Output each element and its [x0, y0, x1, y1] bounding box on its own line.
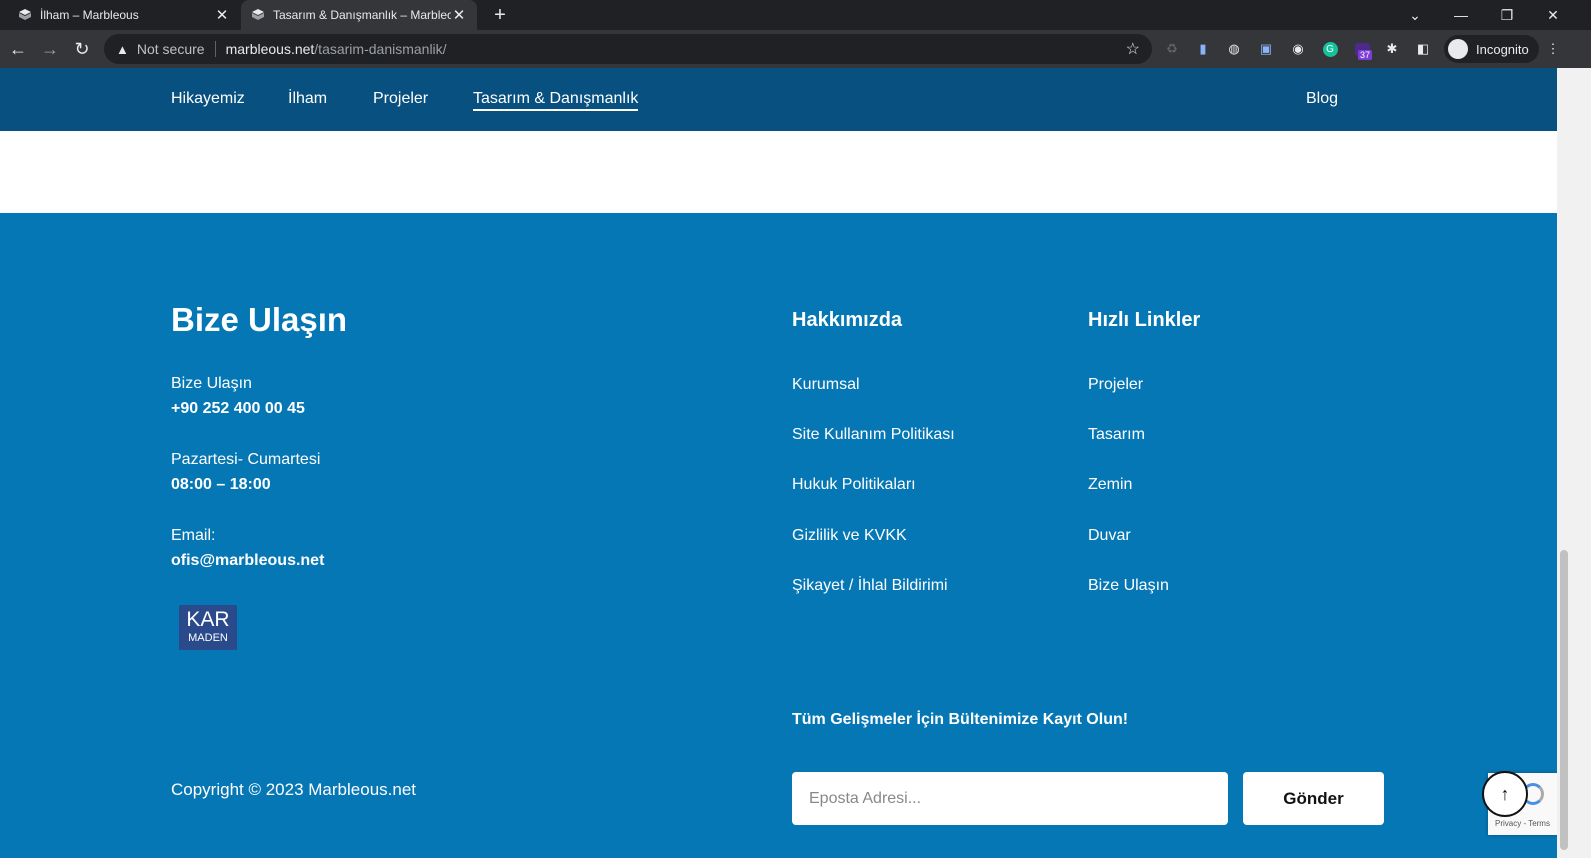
camera-extension-icon[interactable]: ◉	[1288, 39, 1308, 59]
copyright-text: Copyright © 2023 Marbleous.net	[171, 780, 416, 799]
puzzle-extensions-icon[interactable]: ✱	[1382, 39, 1402, 59]
nav-item-projeler[interactable]: Projeler	[373, 90, 428, 108]
about-heading: Hakkımızda	[792, 309, 903, 331]
tab-title: İlham – Marbleous	[40, 8, 139, 22]
profile-label: Incognito	[1476, 41, 1529, 57]
incognito-icon	[1448, 39, 1468, 59]
side-panel-icon[interactable]: ◧	[1413, 39, 1433, 59]
site-navigation: Hikayemiz İlham Projeler Tasarım & Danış…	[0, 68, 1557, 131]
newsletter-title: Tüm Gelişmeler İçin Bültenimize Kayıt Ol…	[792, 711, 1129, 728]
nav-item-ilham[interactable]: İlham	[288, 90, 327, 108]
logo-line2: MADEN	[188, 632, 228, 644]
bookmark-star-icon[interactable]: ☆	[1126, 39, 1140, 59]
divider	[214, 41, 216, 57]
address-bar[interactable]: ▲ Not secure marbleous.net /tasarim-dani…	[104, 34, 1152, 64]
back-arrow-icon[interactable]: ←	[6, 37, 30, 61]
quick-link-projeler[interactable]: Projeler	[1088, 376, 1143, 394]
forward-arrow-icon[interactable]: →	[38, 37, 62, 61]
menu-kebab-icon[interactable]: ⋮	[1543, 39, 1563, 59]
phone-label: Bize Ulaşın	[171, 375, 252, 392]
new-tab-plus-icon[interactable]: +	[488, 3, 512, 27]
contact-heading: Bize Ulaşın	[171, 301, 348, 338]
nav-item-tasarim-danismanlik[interactable]: Tasarım & Danışmanlık	[473, 90, 639, 111]
about-link-privacy[interactable]: Gizlilik ve KVKK	[792, 527, 907, 545]
browser-tab[interactable]: İlham – Marbleous ✕	[8, 0, 240, 30]
incognito-profile-button[interactable]: Incognito	[1444, 35, 1539, 63]
tab-search-chevron-icon[interactable]: ⌄	[1392, 0, 1438, 30]
quick-link-tasarim[interactable]: Tasarım	[1088, 426, 1145, 444]
tab-title: Tasarım & Danışmanlık – Marbleous	[273, 8, 451, 22]
browser-tab-bar: İlham – Marbleous ✕ Tasarım & Danışmanlı…	[0, 0, 1591, 30]
kar-maden-logo[interactable]: KAR MADEN	[179, 605, 237, 650]
url-host: marbleous.net	[225, 41, 315, 57]
browser-toolbar: ← → ↻ ▲ Not secure marbleous.net /tasari…	[0, 30, 1591, 68]
quick-link-contact[interactable]: Bize Ulaşın	[1088, 577, 1169, 595]
nav-item-hikayemiz[interactable]: Hikayemiz	[171, 90, 245, 108]
about-link-legal[interactable]: Hukuk Politikaları	[792, 476, 916, 494]
minimize-icon[interactable]: —	[1438, 0, 1484, 30]
extension-badge: 37	[1358, 50, 1373, 60]
restore-icon[interactable]: ❐	[1484, 0, 1530, 30]
browser-tab-active[interactable]: Tasarım & Danışmanlık – Marbleous ✕	[241, 0, 477, 30]
quick-link-duvar[interactable]: Duvar	[1088, 527, 1131, 545]
about-link-site-policy[interactable]: Site Kullanım Politikası	[792, 426, 955, 444]
newsletter-submit-button[interactable]: Gönder	[1243, 772, 1384, 825]
email-label: Email:	[171, 527, 216, 544]
translate-extension-icon[interactable]: ▣	[1256, 39, 1276, 59]
nav-item-blog[interactable]: Blog	[1306, 90, 1338, 108]
grammarly-extension-icon[interactable]: G	[1320, 39, 1340, 59]
url-path: /tasarim-danismanlik/	[314, 41, 447, 57]
close-window-icon[interactable]: ✕	[1530, 0, 1576, 30]
recycle-extension-icon[interactable]: ♻	[1162, 39, 1182, 59]
about-link-complaint[interactable]: Şikayet / İhlal Bildirimi	[792, 577, 948, 595]
web-page: Hikayemiz İlham Projeler Tasarım & Danış…	[0, 68, 1557, 858]
hours-label: Pazartesi- Cumartesi	[171, 451, 321, 468]
phone-number[interactable]: +90 252 400 00 45	[171, 400, 305, 418]
site-favicon-icon	[18, 8, 32, 22]
security-label: Not secure	[136, 41, 205, 57]
site-favicon-icon	[251, 8, 265, 22]
hours-value: 08:00 – 18:00	[171, 476, 271, 493]
scroll-to-top-arrow-icon[interactable]: ↑	[1482, 771, 1528, 817]
close-tab-icon[interactable]: ✕	[451, 6, 467, 24]
warning-triangle-icon: ▲	[116, 41, 129, 57]
quick-links-heading: Hızlı Linkler	[1088, 309, 1201, 331]
quick-link-zemin[interactable]: Zemin	[1088, 476, 1132, 494]
logo-line1: KAR	[186, 608, 230, 631]
scrollbar-thumb[interactable]	[1560, 550, 1568, 850]
newsletter-email-input[interactable]	[792, 772, 1228, 825]
close-tab-icon[interactable]: ✕	[214, 6, 230, 24]
reload-icon[interactable]: ↻	[70, 37, 94, 61]
page-scrollbar[interactable]	[1557, 68, 1591, 858]
recaptcha-links[interactable]: Privacy - Terms	[1495, 819, 1550, 828]
document-extension-icon[interactable]: ▮	[1193, 39, 1213, 59]
counter-extension-icon[interactable]: 37	[1352, 39, 1373, 60]
email-address[interactable]: ofis@marbleous.net	[171, 552, 324, 570]
about-link-kurumsal[interactable]: Kurumsal	[792, 376, 860, 394]
site-footer: Bize Ulaşın Bize Ulaşın +90 252 400 00 4…	[0, 213, 1557, 858]
globe-extension-icon[interactable]: ◍	[1224, 39, 1244, 59]
